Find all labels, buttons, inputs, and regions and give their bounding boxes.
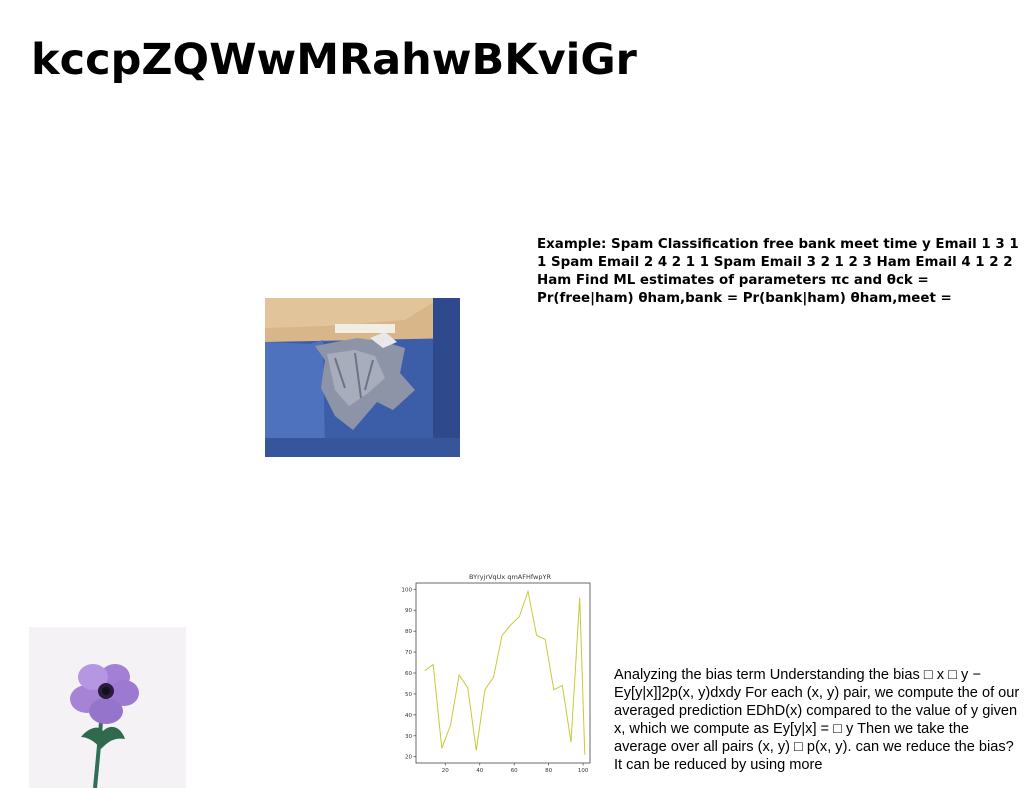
bias-analysis-text: Analyzing the bias term Understanding th…	[614, 667, 1020, 773]
chart-title: BYryjrVqUx qmAFHfwpYR	[469, 573, 551, 581]
y-tick-label: 100	[402, 587, 413, 593]
line-chart: BYryjrVqUx qmAFHfwpYR 20 40 60 80 100 20 30 40 5…	[388, 570, 594, 775]
page-title: kccpZQWwMRahwBKviGr	[31, 35, 637, 85]
x-tick-label: 60	[511, 768, 518, 774]
y-tick-label: 70	[405, 650, 412, 656]
y-tick-label: 20	[405, 755, 412, 761]
x-tick-label: 100	[578, 768, 589, 774]
chart-plot-frame	[415, 582, 591, 764]
chart-axes: 20 40 60 80 100 20 30 40 50 60 70 80 90 100	[402, 587, 589, 774]
damaged-wall-icon	[265, 298, 460, 457]
x-tick-label: 80	[545, 768, 552, 774]
wall-photo	[265, 298, 460, 457]
spam-classification-text: Example: Spam Classification free bank m…	[537, 237, 1019, 306]
x-tick-label: 40	[476, 768, 483, 774]
flower-photo	[29, 627, 186, 788]
x-tick-label: 20	[442, 768, 449, 774]
line-chart-svg: BYryjrVqUx qmAFHfwpYR 20 40 60 80 100 20 30 40 5…	[402, 573, 591, 774]
y-tick-label: 90	[405, 608, 412, 614]
y-tick-label: 80	[405, 629, 412, 635]
chart-series-line	[424, 589, 586, 755]
y-tick-label: 40	[405, 713, 412, 719]
y-tick-label: 50	[405, 692, 412, 698]
anemone-flower-icon	[29, 627, 186, 788]
y-tick-label: 30	[405, 734, 412, 740]
y-tick-label: 60	[405, 671, 412, 677]
